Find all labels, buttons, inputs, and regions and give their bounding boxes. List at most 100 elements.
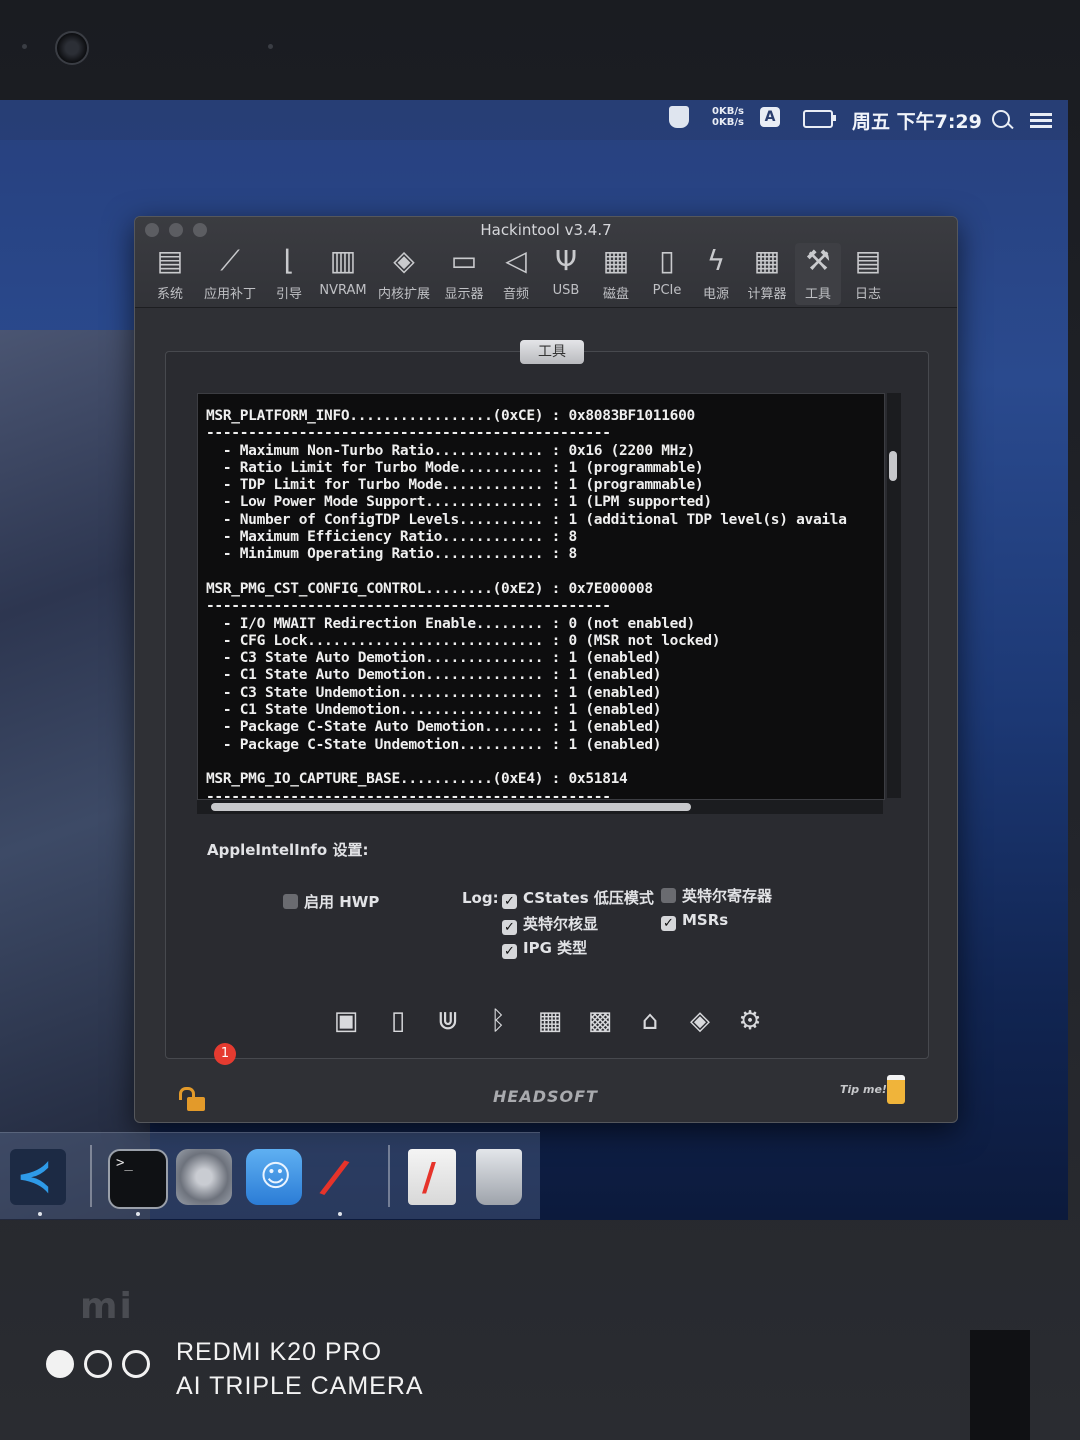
scroll-thumb[interactable] [211, 803, 691, 811]
checkbox-box[interactable]: ✓ [661, 916, 676, 931]
bluetooth-icon[interactable]: ᛒ [483, 1005, 513, 1037]
disk-icon: ▦ [602, 244, 630, 277]
console-text: MSR_PLATFORM_INFO.................(0xCE)… [206, 408, 847, 800]
tab-nvram[interactable]: ▥ NVRAM [315, 243, 371, 305]
tab-logs[interactable]: ▤ 日志 [845, 243, 891, 305]
memory-chip-icon: ▥ [329, 244, 357, 277]
beer-icon[interactable] [887, 1075, 905, 1104]
tip-me-link[interactable]: Tip me! [840, 1083, 887, 1096]
monitor-icon: ▭ [450, 244, 478, 277]
checkbox-box[interactable] [661, 888, 676, 903]
laptop-bezel: 0KB/s 0KB/s A 周五 下午7:29 Hackintool v3.4.… [0, 0, 1080, 1440]
tab-boot[interactable]: ⌊ 引导 [265, 243, 313, 305]
pcie-card-icon: ▯ [659, 244, 675, 277]
tab-system[interactable]: ▤ 系统 [145, 243, 195, 305]
network-speed[interactable]: 0KB/s 0KB/s [712, 106, 744, 128]
headsoft-logo[interactable]: HEADSOFT [493, 1087, 598, 1106]
wallpaper [0, 330, 150, 1220]
wrench-icon: ⚒ [805, 244, 831, 277]
enable-hwp-checkbox[interactable]: 启用 HWP [283, 891, 379, 912]
cstates-checkbox[interactable]: ✓ CStates 低压模式 [502, 887, 654, 909]
sd-card-icon[interactable]: ▯ [383, 1005, 413, 1037]
tab-calculator[interactable]: ▦ 计算器 [741, 243, 793, 305]
sensor-dot [22, 44, 27, 49]
log-label: Log: [462, 889, 499, 907]
calculator-icon: ▦ [753, 244, 781, 277]
notification-badge: 1 [214, 1043, 236, 1065]
computer-icon: ▤ [156, 244, 184, 277]
terminal-icon[interactable]: >_ [108, 1149, 168, 1209]
cpu-icon[interactable]: ▣ [331, 1005, 361, 1037]
scroll-thumb[interactable] [889, 451, 897, 481]
checkbox-box[interactable]: ✓ [502, 944, 517, 959]
system-preferences-icon[interactable] [176, 1149, 232, 1205]
kext-icon[interactable]: ◈ [685, 1005, 715, 1037]
watermark-line-2: AI TRIPLE CAMERA [176, 1372, 424, 1400]
checkbox-box[interactable] [283, 894, 298, 909]
dock-separator [90, 1145, 92, 1207]
watermark-dot [84, 1350, 112, 1378]
home-icon[interactable]: ⌂ [635, 1005, 665, 1037]
intel-gpu-checkbox[interactable]: ✓ 英特尔核显 [502, 913, 598, 935]
bandage-icon: ⟋ [220, 244, 240, 277]
net-up: 0KB/s [712, 106, 744, 117]
vertical-scrollbar[interactable] [887, 393, 901, 798]
tool-icon-row: ▣ ▯ ⋓ ᛒ ▦ ▩ ⌂ ◈ ⚙ [331, 1005, 791, 1045]
tab-disks[interactable]: ▦ 磁盘 [593, 243, 639, 305]
output-console[interactable]: MSR_PLATFORM_INFO.................(0xCE)… [197, 393, 885, 800]
usb-connector-icon[interactable]: ⋓ [433, 1005, 463, 1037]
tab-kexts[interactable]: ◈ 内核扩展 [373, 243, 435, 305]
finder-icon[interactable]: ☺ [246, 1149, 302, 1205]
lego-brick-icon: ◈ [393, 244, 415, 277]
watermark-dot [122, 1350, 150, 1378]
checkbox-box[interactable]: ✓ [502, 894, 517, 909]
tab-audio[interactable]: ◁ 音频 [493, 243, 539, 305]
intel-registers-checkbox[interactable]: 英特尔寄存器 [661, 885, 772, 906]
kext-gear-icon[interactable]: ⚙ [735, 1005, 765, 1037]
tab-power[interactable]: ϟ 电源 [693, 243, 739, 305]
spotlight-search-icon[interactable] [992, 110, 1010, 128]
title-bar: Hackintool v3.4.7 ▤ 系统 ⟋ 应用补丁 ⌊ 引导 ▥ NVRAM ◈… [135, 217, 957, 308]
msrs-checkbox[interactable]: ✓ MSRs [661, 911, 728, 931]
dock: ≺ >_ ☺ / / [0, 1132, 540, 1219]
ipg-type-checkbox[interactable]: ✓ IPG 类型 [502, 937, 587, 959]
cat-icon[interactable] [669, 106, 689, 128]
keyboard-grid-icon[interactable]: ▩ [585, 1005, 615, 1037]
vscode-icon[interactable]: ≺ [10, 1149, 66, 1205]
camera-watermark: REDMI K20 PRO AI TRIPLE CAMERA [176, 1335, 424, 1403]
mi-logo: mi [80, 1286, 134, 1327]
horizontal-scrollbar[interactable] [197, 800, 883, 814]
unlock-icon[interactable] [179, 1087, 205, 1111]
running-indicator [338, 1212, 342, 1216]
toolbar: ▤ 系统 ⟋ 应用补丁 ⌊ 引导 ▥ NVRAM ◈ 内核扩展 ▭ 显示器 ◁ 音频 Ψ USB… [143, 243, 949, 305]
sensor-dot [268, 44, 273, 49]
input-method-icon[interactable]: A [760, 107, 780, 127]
hackintool-doc-icon[interactable]: / [408, 1149, 456, 1205]
checkbox-box[interactable]: ✓ [502, 920, 517, 935]
running-indicator [38, 1212, 42, 1216]
net-down: 0KB/s [712, 117, 744, 128]
battery-icon[interactable] [803, 110, 836, 128]
tab-usb[interactable]: Ψ USB [543, 243, 589, 305]
speaker-icon: ◁ [505, 244, 527, 277]
hackintool-window: Hackintool v3.4.7 ▤ 系统 ⟋ 应用补丁 ⌊ 引导 ▥ NVRAM ◈… [134, 216, 958, 1123]
boot-icon: ⌊ [283, 244, 295, 277]
hackintool-icon[interactable]: / [314, 1148, 370, 1207]
notification-center-icon[interactable] [1030, 113, 1052, 129]
menu-bar: 0KB/s 0KB/s A 周五 下午7:29 [0, 100, 1068, 140]
menu-clock[interactable]: 周五 下午7:29 [852, 107, 982, 134]
watermark-dot [46, 1350, 74, 1378]
settings-title: AppleIntelInfo 设置: [207, 841, 369, 859]
power-icon: ϟ [706, 244, 726, 277]
running-indicator [136, 1212, 140, 1216]
tab-tools[interactable]: ⚒ 工具 [795, 243, 841, 305]
window-title: Hackintool v3.4.7 [480, 221, 612, 239]
trash-icon[interactable] [476, 1149, 522, 1205]
tab-patch[interactable]: ⟋ 应用补丁 [197, 243, 263, 305]
tools-section-tab[interactable]: 工具 [520, 340, 584, 364]
grid-icon[interactable]: ▦ [535, 1005, 565, 1037]
webcam [55, 31, 89, 65]
tab-pcie[interactable]: ▯ PCIe [643, 243, 691, 305]
hinge [970, 1330, 1030, 1440]
tab-displays[interactable]: ▭ 显示器 [437, 243, 491, 305]
